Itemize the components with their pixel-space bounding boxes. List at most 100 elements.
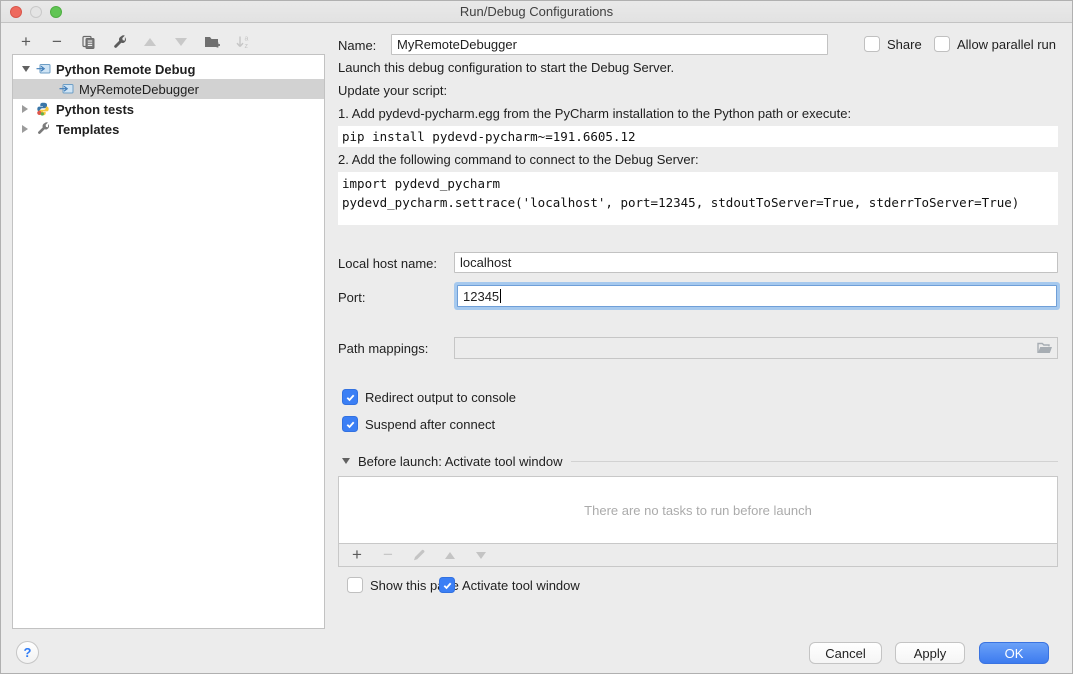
new-folder-button[interactable] [203, 33, 221, 51]
remote-debug-icon [59, 82, 74, 96]
remove-task-button[interactable]: − [379, 546, 397, 564]
checkbox-box [347, 577, 363, 593]
move-down-icon [175, 38, 187, 46]
allow-parallel-run-checkbox[interactable]: Allow parallel run [934, 36, 1056, 52]
move-task-up-button[interactable] [441, 546, 459, 564]
before-launch-tasks-panel: There are no tasks to run before launch [338, 476, 1058, 544]
checkbox-box [439, 577, 455, 593]
allow-parallel-run-label: Allow parallel run [957, 37, 1056, 52]
close-button[interactable] [10, 6, 22, 18]
tree-item-label: Templates [56, 122, 119, 137]
move-up-icon [445, 552, 455, 559]
copy-icon [81, 35, 96, 50]
section-divider [571, 461, 1058, 462]
configurations-tree: Python Remote Debug MyRemoteDebugger [12, 54, 325, 629]
tree-item-label: MyRemoteDebugger [79, 82, 199, 97]
port-value: 12345 [463, 289, 499, 304]
move-up-button[interactable] [141, 33, 159, 51]
tree-item-label: Python Remote Debug [56, 62, 195, 77]
suspend-after-connect-label: Suspend after connect [365, 417, 495, 432]
minus-icon: − [52, 35, 62, 49]
browse-folder-button[interactable] [1036, 341, 1053, 355]
redirect-output-label: Redirect output to console [365, 390, 516, 405]
remote-debug-icon [36, 62, 51, 76]
sort-az-icon: a z [235, 34, 251, 50]
cancel-label: Cancel [825, 646, 865, 661]
before-launch-header[interactable]: Before launch: Activate tool window [342, 453, 1058, 469]
apply-label: Apply [914, 646, 947, 661]
activate-tool-window-checkbox[interactable]: Activate tool window [439, 577, 580, 593]
tree-item-python-remote-debug[interactable]: Python Remote Debug [13, 59, 324, 79]
instruction-line-2: Update your script: [338, 83, 447, 98]
add-configuration-button[interactable]: + [17, 33, 35, 51]
instruction-step-1: 1. Add pydevd-pycharm.egg from the PyCha… [338, 106, 851, 121]
tree-item-label: Python tests [56, 102, 134, 117]
new-folder-icon [204, 35, 221, 49]
configurations-toolbar: + − [17, 32, 252, 52]
local-host-label: Local host name: [338, 256, 437, 271]
checkbox-box [864, 36, 880, 52]
port-label: Port: [338, 290, 365, 305]
empty-tasks-message: There are no tasks to run before launch [584, 503, 812, 518]
before-launch-toolbar: + − [338, 543, 1058, 567]
text-caret [500, 289, 501, 303]
tree-item-templates[interactable]: Templates [13, 119, 324, 139]
activate-tool-window-label: Activate tool window [462, 578, 580, 593]
checkbox-box [934, 36, 950, 52]
code-block-pip[interactable]: pip install pydevd-pycharm~=191.6605.12 [338, 126, 1058, 147]
checkbox-box [342, 389, 358, 405]
share-checkbox[interactable]: Share [864, 36, 922, 52]
wrench-icon [112, 35, 127, 50]
copy-configuration-button[interactable] [79, 33, 97, 51]
tree-item-myremotedebugger[interactable]: MyRemoteDebugger [13, 79, 324, 99]
pencil-icon [412, 548, 426, 562]
collapse-triangle-icon [342, 458, 350, 464]
tree-item-python-tests[interactable]: Python tests [13, 99, 324, 119]
add-icon: + [352, 548, 362, 562]
window-title: Run/Debug Configurations [460, 4, 613, 19]
instruction-line-1: Launch this debug configuration to start… [338, 60, 674, 75]
edit-task-button[interactable] [410, 546, 428, 564]
port-input[interactable]: 12345 [457, 285, 1057, 307]
code-line-import: import pydevd_pycharm [342, 176, 500, 191]
traffic-lights [10, 6, 62, 18]
apply-button[interactable]: Apply [895, 642, 965, 664]
cancel-button[interactable]: Cancel [809, 642, 882, 664]
share-label: Share [887, 37, 922, 52]
instruction-step-2: 2. Add the following command to connect … [338, 152, 699, 167]
chevron-down-icon[interactable] [22, 66, 32, 72]
name-label: Name: [338, 38, 376, 53]
name-input[interactable] [391, 34, 828, 55]
zoom-button[interactable] [50, 6, 62, 18]
chevron-right-icon[interactable] [22, 125, 32, 133]
minus-icon: − [383, 548, 393, 562]
edit-templates-button[interactable] [110, 33, 128, 51]
code-line-settrace: pydevd_pycharm.settrace('localhost', por… [342, 195, 1019, 210]
title-bar: Run/Debug Configurations [1, 1, 1072, 23]
minimize-button[interactable] [30, 6, 42, 18]
path-mappings-input[interactable] [454, 337, 1058, 359]
move-down-button[interactable] [172, 33, 190, 51]
folder-icon [1036, 341, 1053, 355]
run-debug-configurations-dialog: Run/Debug Configurations + − [0, 0, 1073, 674]
svg-text:a: a [245, 36, 249, 43]
move-task-down-button[interactable] [472, 546, 490, 564]
svg-text:z: z [245, 43, 249, 50]
sort-configurations-button[interactable]: a z [234, 33, 252, 51]
code-block-settrace[interactable]: import pydevd_pycharm pydevd_pycharm.set… [338, 172, 1058, 225]
move-down-icon [476, 552, 486, 559]
ok-button[interactable]: OK [979, 642, 1049, 664]
suspend-after-connect-checkbox[interactable]: Suspend after connect [342, 416, 495, 432]
local-host-input[interactable] [454, 252, 1058, 273]
redirect-output-checkbox[interactable]: Redirect output to console [342, 389, 516, 405]
question-icon: ? [24, 645, 32, 660]
help-button[interactable]: ? [16, 641, 39, 664]
checkbox-box [342, 416, 358, 432]
path-mappings-label: Path mappings: [338, 341, 428, 356]
add-icon: + [21, 35, 31, 49]
chevron-right-icon[interactable] [22, 105, 32, 113]
add-task-button[interactable]: + [348, 546, 366, 564]
python-tests-icon [36, 102, 51, 116]
before-launch-title: Before launch: Activate tool window [358, 454, 563, 469]
remove-configuration-button[interactable]: − [48, 33, 66, 51]
